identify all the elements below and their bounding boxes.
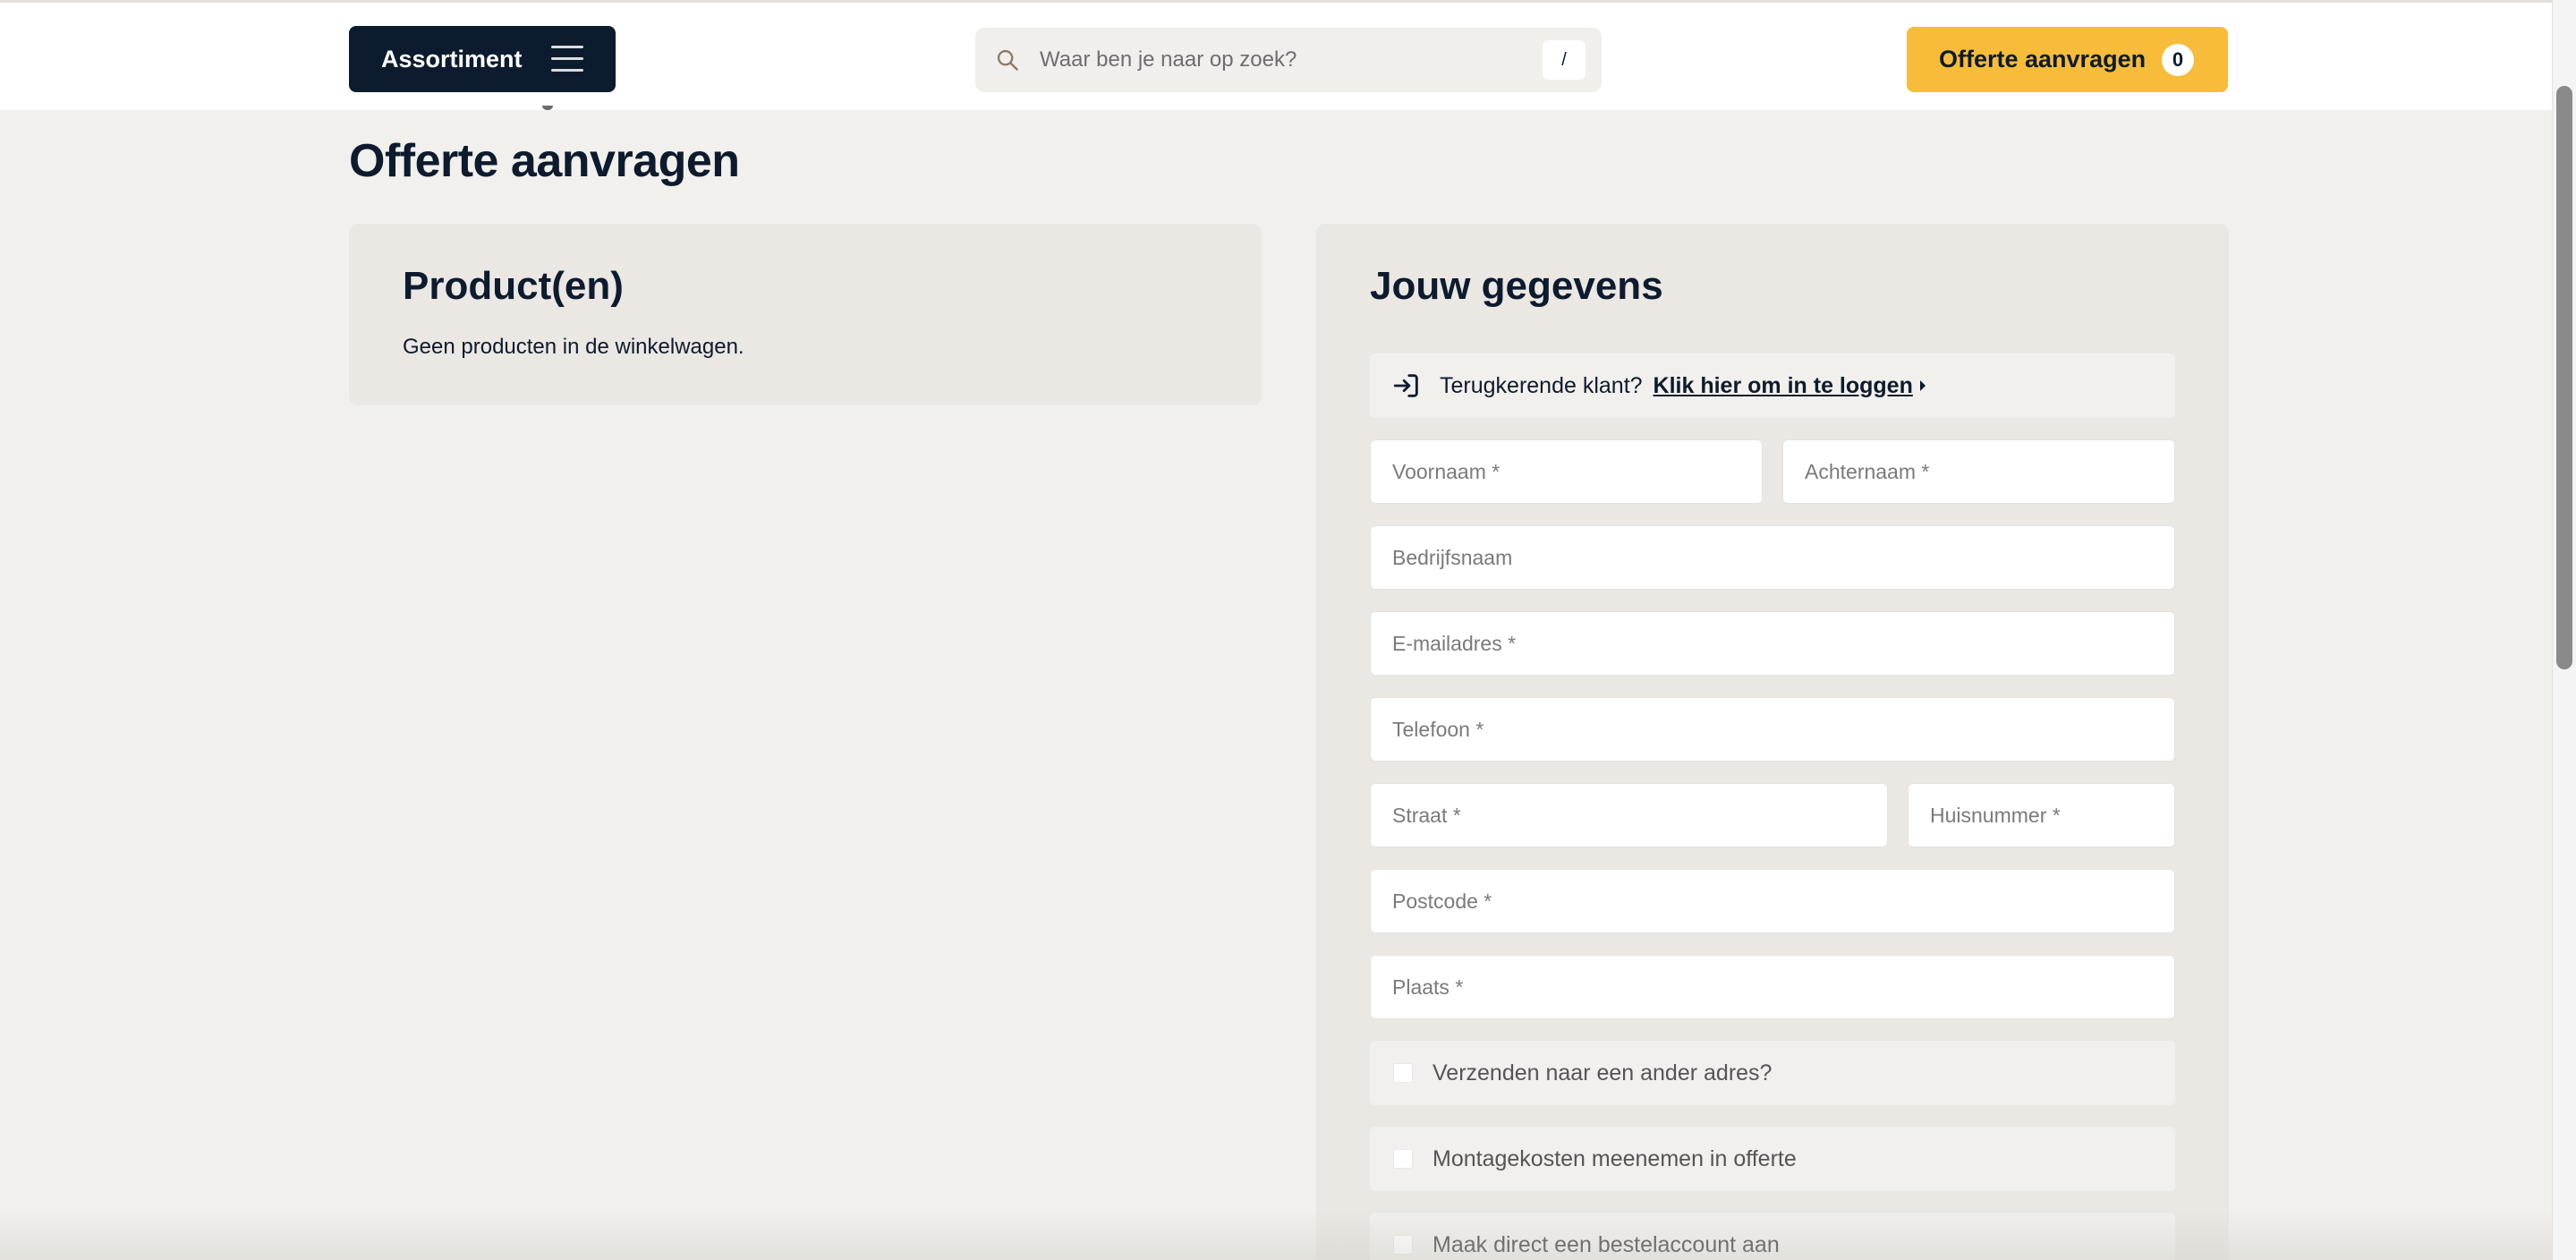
telefoon-input[interactable] [1371, 698, 2174, 761]
plaats-field [1370, 955, 2175, 1019]
postcode-input[interactable] [1371, 870, 2174, 932]
bedrijfsnaam-field [1370, 525, 2175, 590]
search-input[interactable] [1040, 28, 1505, 92]
details-title: Jouw gegevens [1370, 264, 1663, 308]
offerte-label: Offerte aanvragen [1939, 46, 2147, 72]
offerte-count-badge: 0 [2162, 44, 2194, 76]
checkbox-row-montagekosten[interactable]: Montagekosten meenemen in offerte [1370, 1127, 2175, 1191]
search-shortcut-key: / [1543, 40, 1586, 80]
ander-adres-checkbox[interactable] [1393, 1063, 1413, 1083]
bestelaccount-checkbox[interactable] [1393, 1235, 1413, 1255]
products-empty-text: Geen producten in de winkelwagen. [403, 335, 744, 359]
login-bar: Terugkerende klant? Klik hier om in te l… [1370, 353, 2175, 418]
login-icon [1393, 374, 1418, 397]
search-icon [997, 49, 1018, 71]
products-title: Product(en) [403, 264, 624, 308]
telefoon-field [1370, 697, 2175, 762]
search-bar: / [975, 28, 1602, 92]
checkbox-row-ander-adres[interactable]: Verzenden naar een ander adres? [1370, 1041, 2175, 1105]
hamburger-icon [551, 46, 583, 72]
straat-input[interactable] [1371, 784, 1887, 847]
voornaam-field [1370, 439, 1763, 504]
login-prompt: Terugkerende klant? [1440, 372, 1643, 398]
scrollbar-thumb[interactable] [2556, 86, 2572, 669]
montagekosten-label: Montagekosten meenemen in offerte [1433, 1145, 1797, 1171]
details-card: Jouw gegevens Terugkerende klant? Klik h… [1316, 224, 2229, 1260]
huisnummer-input[interactable] [1909, 784, 2174, 847]
checkbox-row-bestelaccount[interactable]: Maak direct een bestelaccount aan [1370, 1213, 2175, 1260]
site-header: Assortiment / Offerte aanvragen 0 [0, 0, 2552, 110]
assortiment-label: Assortiment [381, 45, 523, 72]
montagekosten-checkbox[interactable] [1393, 1149, 1413, 1169]
scrollbar[interactable] [2552, 0, 2576, 1260]
postcode-field [1370, 869, 2175, 933]
assortiment-button[interactable]: Assortiment [349, 26, 616, 92]
voornaam-input[interactable] [1371, 440, 1762, 503]
products-card: Product(en) Geen producten in de winkelw… [349, 224, 1262, 405]
page: Assortiment / Offerte aanvragen 0 Offert… [0, 0, 2576, 1260]
email-field [1370, 611, 2175, 676]
achternaam-input[interactable] [1783, 440, 2174, 503]
email-input[interactable] [1371, 612, 2174, 675]
achternaam-field [1782, 439, 2175, 504]
caret-right-icon [1919, 380, 1926, 391]
page-title: Offerte aanvragen [349, 135, 740, 187]
plaats-input[interactable] [1371, 956, 2174, 1018]
bedrijfsnaam-input[interactable] [1371, 526, 2174, 589]
bestelaccount-label: Maak direct een bestelaccount aan [1433, 1231, 1780, 1257]
ander-adres-label: Verzenden naar een ander adres? [1433, 1060, 1773, 1085]
offerte-button[interactable]: Offerte aanvragen 0 [1907, 27, 2228, 92]
straat-field [1370, 783, 1888, 847]
login-link[interactable]: Klik hier om in te loggen [1654, 373, 1913, 399]
huisnummer-field [1908, 783, 2175, 847]
